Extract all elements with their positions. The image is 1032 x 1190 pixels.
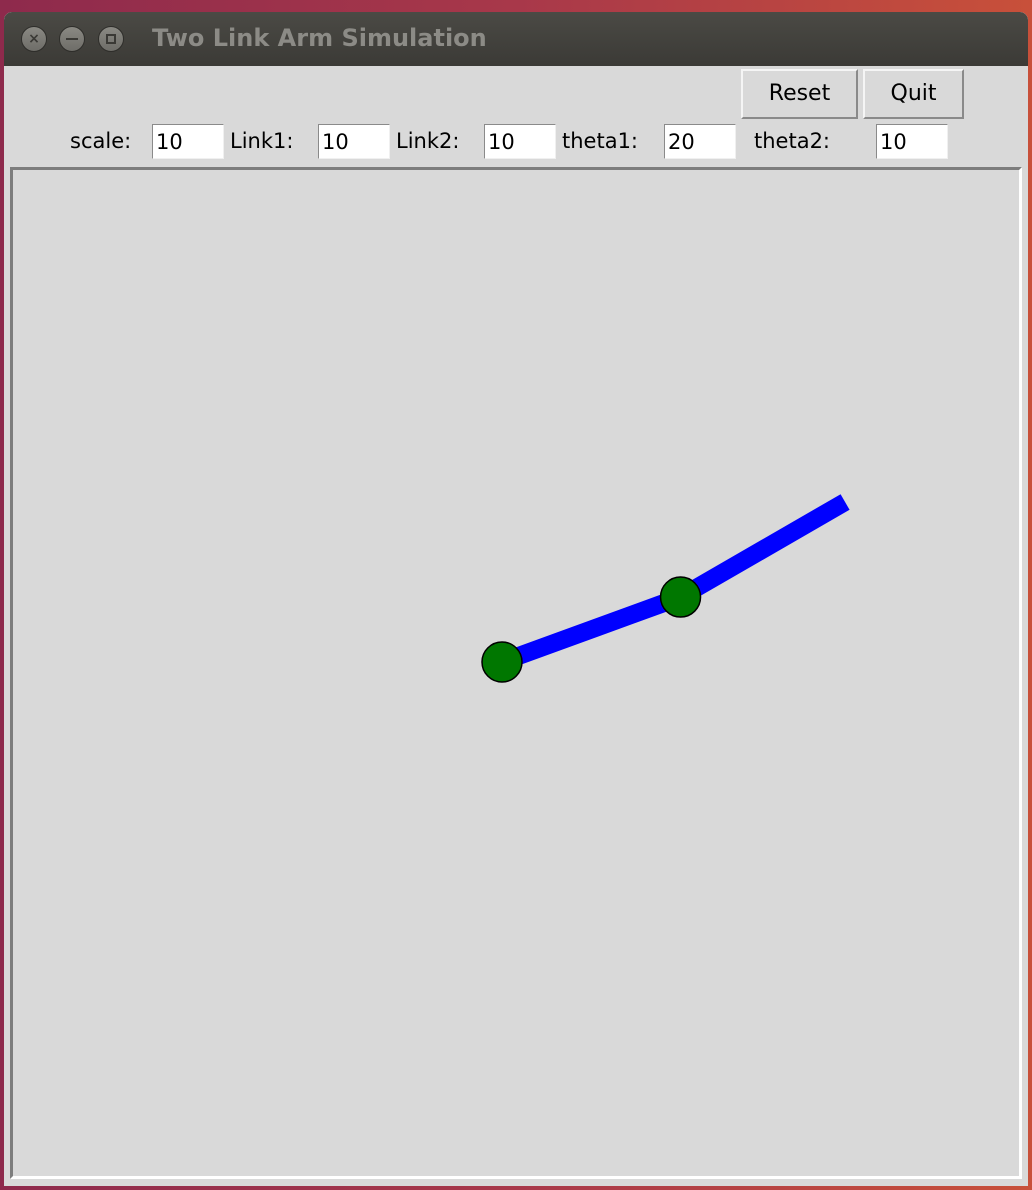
title-bar[interactable]: × Two Link Arm Simulation xyxy=(4,12,1028,66)
theta2-input[interactable] xyxy=(876,124,948,159)
quit-button[interactable]: Quit xyxy=(863,69,964,119)
theta1-input[interactable] xyxy=(664,124,736,159)
close-icon[interactable]: × xyxy=(21,26,47,52)
link1-segment xyxy=(498,588,684,671)
theta2-label: theta2: xyxy=(754,129,831,153)
theta1-label: theta1: xyxy=(562,129,639,153)
link2-segment xyxy=(676,494,850,605)
link2-input[interactable] xyxy=(484,124,556,159)
scale-label: scale: xyxy=(70,129,132,153)
link2-label: Link2: xyxy=(396,129,460,153)
scale-input[interactable] xyxy=(152,124,224,159)
maximize-icon[interactable] xyxy=(98,26,124,52)
link1-label: Link1: xyxy=(230,129,294,153)
base-joint xyxy=(481,641,523,683)
link1-input[interactable] xyxy=(318,124,390,159)
minimize-icon[interactable] xyxy=(59,26,85,52)
reset-button[interactable]: Reset xyxy=(741,69,858,119)
arm-drawing xyxy=(481,494,850,683)
simulation-canvas[interactable] xyxy=(10,167,1022,1179)
window-title: Two Link Arm Simulation xyxy=(152,24,487,52)
elbow-joint xyxy=(659,576,702,618)
app-window: × Two Link Arm Simulation Reset Quit sca… xyxy=(4,12,1028,1186)
